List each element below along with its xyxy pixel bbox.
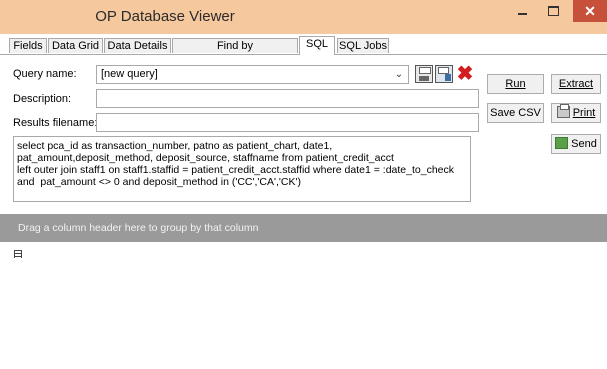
row-indicator-icon [14, 250, 22, 258]
close-icon: ✕ [584, 3, 596, 19]
query-name-value: [new query] [101, 68, 158, 80]
close-button[interactable]: ✕ [573, 0, 607, 22]
query-name-combo[interactable]: [new query] ⌄ [96, 65, 409, 84]
print-button-label: Print [572, 107, 596, 119]
tab-fields[interactable]: Fields [9, 38, 47, 53]
results-grid[interactable] [0, 242, 607, 369]
results-filename-field[interactable] [96, 113, 479, 132]
tab-sql-jobs[interactable]: SQL Jobs [337, 38, 389, 53]
query-name-label: Query name: [13, 68, 77, 80]
send-button-label: Send [571, 138, 597, 150]
maximize-button[interactable] [540, 0, 566, 22]
sql-editor[interactable]: select pca_id as transaction_number, pat… [13, 136, 471, 202]
chevron-down-icon[interactable]: ⌄ [393, 66, 405, 83]
print-button[interactable]: Print [551, 103, 601, 123]
send-button[interactable]: Send [551, 134, 601, 154]
send-icon [555, 137, 569, 149]
tab-find-by-name[interactable]: Find by Name/Description [172, 38, 298, 67]
save-icon[interactable] [415, 65, 433, 83]
minimize-button[interactable] [510, 0, 536, 22]
description-field[interactable] [96, 89, 479, 108]
results-filename-label: Results filename: [13, 117, 98, 129]
title-bar: OP Database Viewer ✕ [0, 0, 607, 34]
extract-button[interactable]: Extract [551, 74, 601, 94]
group-hint: Drag a column header here to group by th… [18, 222, 259, 234]
group-by-area[interactable]: Drag a column header here to group by th… [0, 214, 607, 242]
tab-data-grid[interactable]: Data Grid [48, 38, 103, 53]
tab-sql[interactable]: SQL [299, 36, 335, 55]
extract-button-label: Extract [558, 78, 594, 90]
description-label: Description: [13, 93, 72, 105]
run-button-label: Run [505, 78, 526, 90]
tab-strip: Fields Data Grid Data Details Find by Na… [0, 36, 607, 67]
save-csv-button-label: Save CSV [490, 107, 541, 119]
run-button[interactable]: Run [487, 74, 544, 94]
tab-data-details[interactable]: Data Details [104, 38, 171, 53]
delete-icon[interactable]: ✖ [456, 64, 474, 84]
window-title: OP Database Viewer [95, 8, 235, 25]
save-as-icon[interactable] [435, 65, 453, 83]
save-csv-button[interactable]: Save CSV [487, 103, 544, 123]
printer-icon [556, 104, 570, 118]
